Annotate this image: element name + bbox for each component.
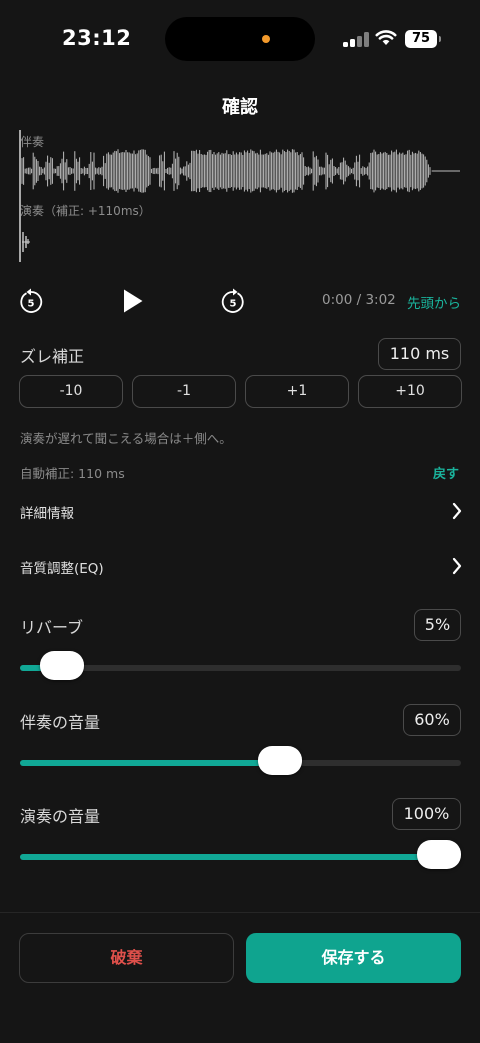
svg-text:5: 5: [28, 299, 35, 310]
page-title: 確認: [222, 97, 258, 118]
slider-thumb[interactable]: [258, 746, 303, 775]
eq-label: 音質調整(EQ): [20, 561, 104, 577]
offset-minus-10-button[interactable]: -10: [19, 375, 123, 408]
cellular-signal-icon: [343, 31, 369, 47]
performance-volume-label: 演奏の音量: [20, 807, 101, 826]
battery-level: 75: [411, 31, 431, 46]
playback-time: 0:00 / 3:02: [322, 292, 396, 308]
accompaniment-volume-slider[interactable]: [20, 746, 461, 780]
transport-controls: 5 5 0:00 / 3:02 先頭から: [0, 284, 480, 318]
details-label: 詳細情報: [20, 506, 74, 522]
performance-volume-slider[interactable]: [20, 840, 461, 874]
revert-button[interactable]: 戻す: [433, 463, 459, 482]
save-button[interactable]: 保存する: [246, 933, 461, 983]
slider-thumb[interactable]: [39, 651, 84, 680]
offset-label: ズレ補正: [20, 347, 85, 366]
slider-fill: [20, 760, 281, 766]
slider-thumb[interactable]: [417, 840, 461, 869]
from-start-link[interactable]: 先頭から: [407, 292, 461, 312]
bottom-divider: [0, 912, 480, 913]
eq-row[interactable]: 音質調整(EQ): [20, 549, 462, 585]
accompaniment-volume-label: 伴奏の音量: [20, 713, 101, 732]
reverb-slider[interactable]: [20, 651, 461, 685]
dynamic-island: [165, 17, 315, 61]
play-icon[interactable]: [122, 288, 144, 314]
discard-button[interactable]: 破棄: [19, 933, 234, 983]
status-time: 23:12: [62, 26, 132, 50]
svg-text:5: 5: [230, 299, 237, 310]
offset-minus-1-button[interactable]: -1: [132, 375, 236, 408]
recording-indicator-dot: [262, 35, 270, 43]
reverb-value: 5%: [414, 609, 461, 641]
status-bar: 23:12 75: [0, 0, 480, 76]
offset-plus-1-button[interactable]: +1: [245, 375, 349, 408]
performance-volume-value: 100%: [392, 798, 461, 830]
offset-value: 110 ms: [378, 338, 461, 370]
slider-fill: [20, 854, 439, 860]
accompaniment-volume-value: 60%: [403, 704, 461, 736]
battery-icon: 75: [405, 30, 441, 48]
auto-correction-text: 自動補正: 110 ms: [20, 466, 125, 481]
chevron-right-icon: [452, 557, 462, 575]
slider-track: [20, 665, 461, 671]
offset-plus-10-button[interactable]: +10: [358, 375, 462, 408]
reverb-label: リバーブ: [20, 618, 84, 637]
waveform-view[interactable]: 伴奏 演奏（補正: +110ms）: [18, 128, 462, 264]
wifi-icon: [375, 30, 397, 45]
rewind-5-icon[interactable]: 5: [19, 288, 43, 314]
waveform-canvas: [19, 130, 460, 262]
forward-5-icon[interactable]: 5: [221, 288, 245, 314]
performance-track-label: 演奏（補正: +110ms）: [20, 204, 151, 218]
chevron-right-icon: [452, 502, 462, 520]
offset-hint: 演奏が遅れて聞こえる場合は＋側へ。: [20, 431, 232, 446]
accompaniment-track-label: 伴奏: [20, 135, 45, 149]
details-row[interactable]: 詳細情報: [20, 494, 462, 530]
